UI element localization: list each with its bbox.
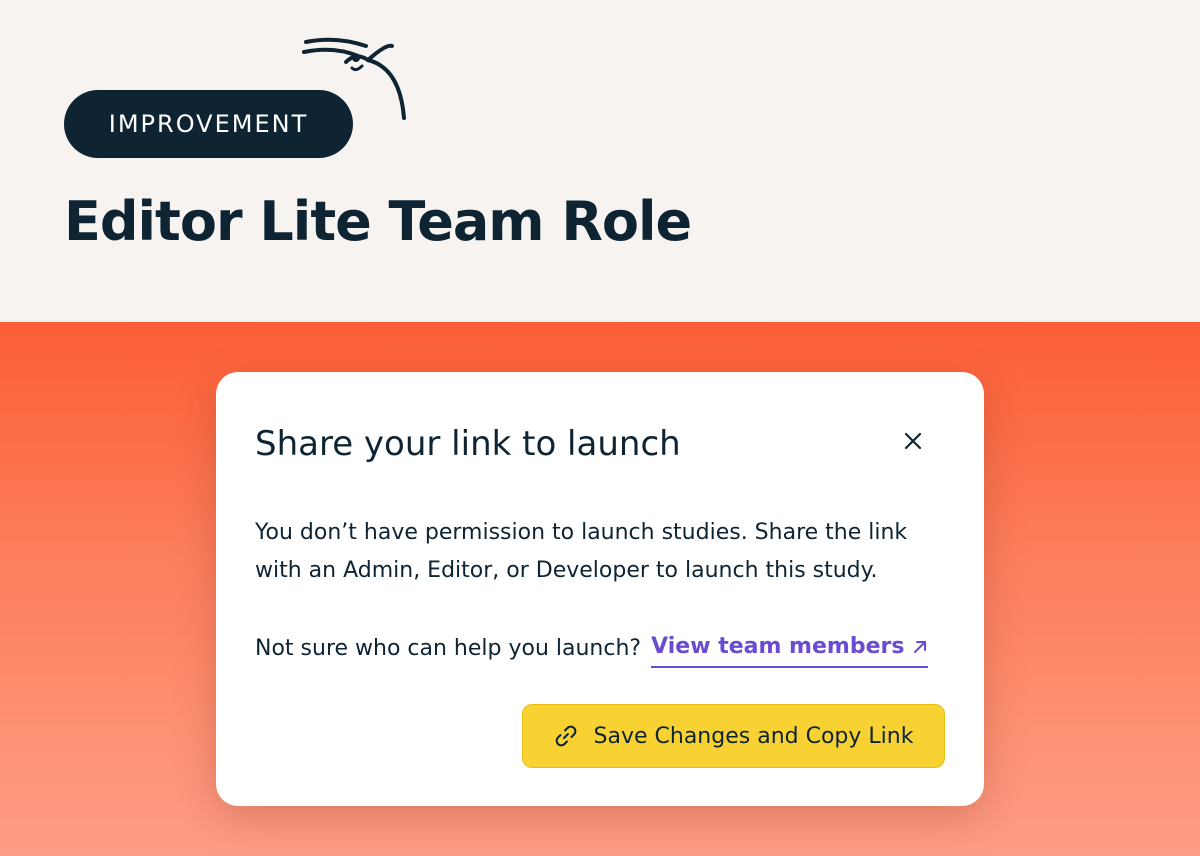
link-icon [554,724,578,748]
help-prompt: Not sure who can help you launch? [255,636,642,661]
improvement-badge: IMPROVEMENT [64,90,353,158]
save-and-copy-link-button[interactable]: Save Changes and Copy Link [522,704,945,768]
team-link-label: View team members [651,634,905,659]
hero-section: IMPROVEMENT Editor Lite Team Role [0,0,1200,322]
permission-message: You don’t have permission to launch stud… [255,520,908,583]
view-team-members-link[interactable]: View team members [651,630,929,668]
external-arrow-icon [912,639,928,655]
help-row: Not sure who can help you launch? View t… [255,630,929,668]
primary-button-label: Save Changes and Copy Link [593,723,914,749]
share-link-dialog: Share your link to launch You don’t have… [216,372,984,806]
close-icon [904,432,922,450]
page-title: Editor Lite Team Role [64,190,692,253]
dialog-title: Share your link to launch [255,424,681,464]
close-button[interactable] [896,424,930,458]
